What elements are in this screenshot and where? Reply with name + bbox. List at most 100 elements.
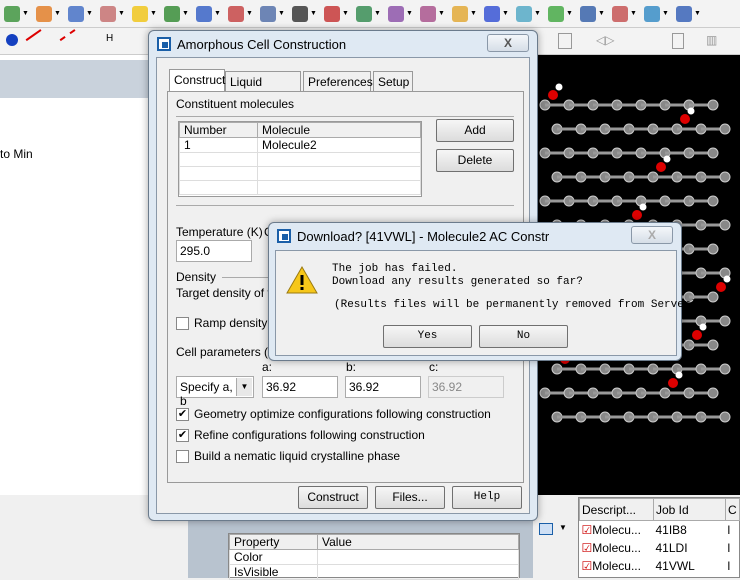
job-row[interactable]: ☑Molecu... 41LDI l bbox=[580, 539, 740, 557]
chevron-down-icon[interactable]: ▼ bbox=[598, 10, 605, 17]
chevron-down-icon[interactable]: ▼ bbox=[406, 10, 413, 17]
files-button[interactable]: Files... bbox=[375, 486, 445, 509]
help-button[interactable]: Help bbox=[452, 486, 522, 509]
construct-button[interactable]: Construct bbox=[298, 486, 368, 509]
add-button[interactable]: Add bbox=[436, 119, 514, 142]
kinetics-icon-button[interactable]: ▼ bbox=[356, 3, 386, 25]
double-bond-icon[interactable] bbox=[59, 29, 83, 51]
column-header[interactable]: Descript... bbox=[579, 498, 654, 521]
chevron-down-icon[interactable]: ▼ bbox=[310, 10, 317, 17]
column-header[interactable]: Job Id bbox=[653, 498, 726, 521]
oxygen-atom bbox=[632, 210, 642, 220]
yes-button[interactable]: Yes bbox=[383, 325, 472, 348]
swirl-icon-button[interactable]: ▼ bbox=[516, 3, 546, 25]
chevron-down-icon[interactable]: ▼ bbox=[630, 10, 637, 17]
tab-setup[interactable]: Setup bbox=[373, 71, 413, 91]
carbon-atom bbox=[707, 243, 719, 255]
nav-icon[interactable]: ◁▷ bbox=[596, 33, 614, 47]
chevron-down-icon[interactable]: ▼ bbox=[502, 10, 509, 17]
column-header[interactable]: Value bbox=[317, 534, 519, 550]
dftb-icon-button[interactable]: ▼ bbox=[100, 3, 130, 25]
column-header[interactable]: Property bbox=[229, 534, 318, 550]
download-dialog: Download? [41VWL] - Molecule2 AC Constr … bbox=[268, 222, 697, 361]
oxygen-atom bbox=[680, 114, 690, 124]
chevron-down-icon[interactable]: ▼ bbox=[662, 10, 669, 17]
chevron-down-icon[interactable]: ▼ bbox=[54, 10, 61, 17]
orbital-icon-button[interactable]: ▼ bbox=[36, 3, 66, 25]
diamond-icon-button[interactable]: ▼ bbox=[484, 3, 514, 25]
spectrum-icon-button[interactable]: ▼ bbox=[612, 3, 642, 25]
dna-icon-button[interactable]: ▼ bbox=[644, 3, 674, 25]
chevron-down-icon[interactable]: ▼ bbox=[22, 10, 29, 17]
chevron-down-icon[interactable]: ▼ bbox=[246, 10, 253, 17]
chevron-down-icon[interactable]: ▼ bbox=[236, 378, 252, 396]
dropdown-arrow-icon[interactable]: ▼ bbox=[559, 523, 567, 532]
lattice-icon-button[interactable]: ▼ bbox=[260, 3, 290, 25]
carbon-atom bbox=[719, 411, 731, 423]
play-icon-button[interactable]: ▼ bbox=[580, 3, 610, 25]
geometry-optimize-checkbox[interactable]: ✔ bbox=[176, 408, 189, 421]
mesocite-icon-button[interactable]: ▼ bbox=[388, 3, 418, 25]
chevron-down-icon[interactable]: ▼ bbox=[374, 10, 381, 17]
peak-icon-button[interactable]: ▼ bbox=[228, 3, 258, 25]
chevron-down-icon[interactable]: ▼ bbox=[438, 10, 445, 17]
target-icon-button[interactable]: ▼ bbox=[324, 3, 354, 25]
cell-mode-select[interactable]: Specify a, b ▼ bbox=[176, 376, 254, 408]
chevron-down-icon[interactable]: ▼ bbox=[534, 10, 541, 17]
chevron-down-icon[interactable]: ▼ bbox=[182, 10, 189, 17]
polymer-icon-button[interactable]: ▼ bbox=[420, 3, 450, 25]
chart-icon[interactable]: ▥ bbox=[706, 33, 717, 47]
chevron-down-icon[interactable]: ▼ bbox=[86, 10, 93, 17]
nematic-checkbox[interactable] bbox=[176, 450, 189, 463]
chevron-down-icon[interactable]: ▼ bbox=[470, 10, 477, 17]
property-row[interactable]: IsVisible bbox=[229, 564, 318, 580]
chain-icon-button[interactable]: ▼ bbox=[196, 3, 226, 25]
column-header[interactable]: Molecule bbox=[257, 122, 421, 138]
tab-construct[interactable]: Construct bbox=[169, 69, 225, 91]
color-icon-button[interactable]: ▼ bbox=[452, 3, 482, 25]
add-atom-icon[interactable] bbox=[6, 34, 18, 46]
chevron-down-icon[interactable]: ▼ bbox=[118, 10, 125, 17]
grid-icon-button[interactable]: ▼ bbox=[676, 3, 706, 25]
hydrogen-icon[interactable]: H bbox=[106, 33, 113, 44]
job-row[interactable]: ☑Molecu... 41VWL l bbox=[580, 557, 740, 575]
bond-tool-icon[interactable] bbox=[25, 29, 49, 51]
temperature-input[interactable]: 295.0 bbox=[176, 240, 252, 262]
table-view-icon[interactable] bbox=[539, 523, 553, 535]
crystal-icon-button[interactable]: ▼ bbox=[164, 3, 194, 25]
section-label: Constituent molecules bbox=[176, 97, 295, 111]
delete-button[interactable]: Delete bbox=[436, 149, 514, 172]
calculator-icon[interactable] bbox=[672, 33, 684, 49]
tab-liquid-crystal[interactable]: Liquid Crystal bbox=[225, 71, 301, 103]
chevron-down-icon[interactable]: ▼ bbox=[278, 10, 285, 17]
home-icon[interactable] bbox=[558, 33, 572, 49]
column-header[interactable]: C bbox=[725, 498, 740, 521]
chevron-down-icon[interactable]: ▼ bbox=[214, 10, 221, 17]
column-header[interactable]: Number bbox=[179, 122, 258, 138]
refine-checkbox[interactable]: ✔ bbox=[176, 429, 189, 442]
property-row[interactable]: Color bbox=[229, 549, 318, 565]
hydrogen-atom bbox=[555, 83, 563, 91]
amorphous-icon-button[interactable]: ▼ bbox=[4, 3, 34, 25]
tab-preferences[interactable]: Preferences bbox=[303, 71, 373, 91]
ramp-density-checkbox[interactable] bbox=[176, 317, 189, 330]
close-button[interactable]: X bbox=[487, 34, 529, 52]
a-input[interactable]: 36.92 bbox=[262, 376, 338, 398]
bond-icon-button[interactable]: ▼ bbox=[68, 3, 98, 25]
chevron-down-icon[interactable]: ▼ bbox=[342, 10, 349, 17]
job-row[interactable]: ☑Molecu... 41IB8 l bbox=[580, 521, 740, 539]
job-id: 41IB8 bbox=[655, 522, 687, 537]
chevron-down-icon[interactable]: ▼ bbox=[694, 10, 701, 17]
chevron-down-icon[interactable]: ▼ bbox=[566, 10, 573, 17]
color-icon bbox=[452, 5, 468, 22]
b-input[interactable]: 36.92 bbox=[345, 376, 421, 398]
molecule-icon-button[interactable]: ▼ bbox=[132, 3, 162, 25]
left-pane-text: to Min bbox=[0, 147, 33, 161]
no-button[interactable]: No bbox=[479, 325, 568, 348]
close-button[interactable]: X bbox=[631, 226, 673, 244]
reaction-icon-button[interactable]: ▼ bbox=[548, 3, 578, 25]
table-row[interactable]: 1 Molecule2 bbox=[179, 137, 421, 153]
jobs-table: Descript... Job Id C ☑Molecu... 41IB8 l ☑Mol… bbox=[579, 498, 740, 575]
gaussian-icon-button[interactable]: ▼ bbox=[292, 3, 322, 25]
chevron-down-icon[interactable]: ▼ bbox=[150, 10, 157, 17]
